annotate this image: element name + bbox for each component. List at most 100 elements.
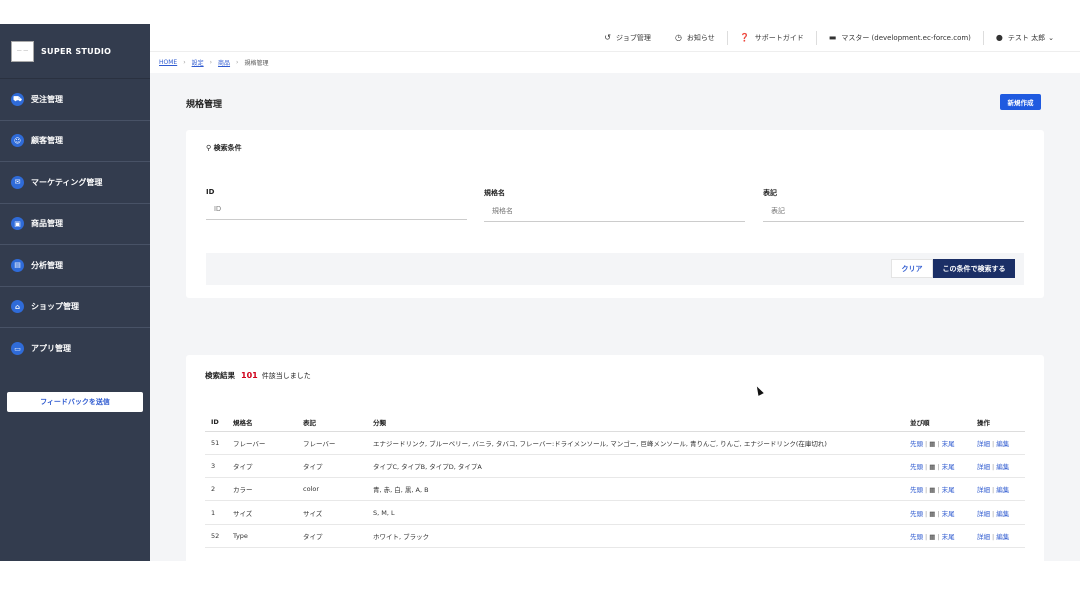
cell-id: 51 (205, 431, 227, 455)
column-categories: 分類 (367, 413, 904, 432)
column-actions: 操作 (971, 413, 1025, 432)
sort-last-link[interactable]: 末尾 (942, 533, 955, 541)
sidebar-item-label: ショップ管理 (31, 302, 79, 312)
column-id: ID (205, 413, 227, 432)
box-icon: ▣ (11, 217, 24, 231)
sort-last-link[interactable]: 末尾 (942, 510, 955, 518)
sort-first-link[interactable]: 先頭 (910, 510, 923, 518)
divider: | (925, 462, 928, 471)
cell-name: Type (227, 524, 297, 548)
search-submit-button[interactable]: この条件で検索する (933, 259, 1015, 278)
support-label: サポートガイド (754, 33, 804, 42)
topbar: ↺ ジョブ管理 ◷ お知らせ ❓ サポートガイド ▬ マスター (development… (150, 24, 1080, 51)
drag-handle-icon[interactable]: ▦ (929, 486, 935, 494)
divider: | (992, 532, 995, 541)
sort-first-link[interactable]: 先頭 (910, 440, 923, 448)
clock-icon: ◷ (674, 33, 682, 42)
breadcrumb-settings[interactable]: 設定 (192, 58, 204, 67)
clear-button[interactable]: クリア (891, 259, 933, 278)
sort-last-link[interactable]: 末尾 (942, 440, 955, 448)
sort-first-link[interactable]: 先頭 (910, 533, 923, 541)
cell-display: タイプ (297, 454, 367, 479)
id-input[interactable] (206, 200, 467, 220)
job-label: ジョブ管理 (615, 33, 651, 42)
drag-handle-icon[interactable]: ▦ (929, 440, 935, 448)
sidebar-item-label: マーケティング管理 (31, 177, 103, 187)
sidebar-item[interactable]: ✉ マーケティング管理 (0, 162, 150, 204)
cell-actions: 詳細 | 編集 (971, 500, 1025, 525)
notice-menu[interactable]: ◷ お知らせ (663, 33, 727, 43)
sidebar-nav: ⛟ 受注管理 ☺ 顧客管理 ✉ マーケティング管理 ▣ 商品管理 ▤ 分析管理 ⌂ ショップ管理 ▭ アプ… (0, 79, 150, 370)
support-menu[interactable]: ❓ サポートガイド (728, 33, 816, 43)
sort-last-link[interactable]: 末尾 (942, 463, 955, 471)
display-field: 表記 (763, 188, 1024, 222)
search-icon: ⚲ (206, 144, 212, 152)
app-icon: ▭ (11, 342, 24, 356)
drag-handle-icon[interactable]: ▦ (929, 463, 935, 471)
edit-link[interactable]: 編集 (996, 440, 1009, 448)
detail-link[interactable]: 詳細 (977, 486, 990, 494)
user-menu[interactable]: ● テスト 太郎 ⌄ (984, 33, 1066, 43)
divider: | (937, 509, 940, 518)
cell-categories: S, M, L (367, 500, 904, 525)
cell-categories: エナジードリンク, ブルーベリー, バニラ, タバコ, フレーバー:ドライメンソ… (367, 431, 904, 455)
sidebar-item[interactable]: ▭ アプリ管理 (0, 328, 150, 370)
logo-icon: — — (11, 40, 34, 62)
cart-icon: ⛟ (11, 92, 24, 106)
sidebar-item[interactable]: ☺ 顧客管理 (0, 121, 150, 162)
display-input[interactable] (763, 202, 1024, 222)
cell-sort: 先頭 | ▦ | 末尾 (904, 431, 971, 455)
detail-link[interactable]: 詳細 (977, 440, 990, 448)
brand[interactable]: — — SUPER STUDIO (0, 24, 150, 79)
search-heading-label: 検索条件 (213, 144, 242, 152)
sort-first-link[interactable]: 先頭 (910, 463, 923, 471)
sidebar-item-label: 分析管理 (31, 260, 63, 270)
sidebar-item-label: アプリ管理 (31, 344, 71, 354)
sort-first-link[interactable]: 先頭 (910, 486, 923, 494)
divider: | (925, 509, 928, 518)
cell-display: フレーバー (297, 431, 367, 455)
results-panel: 検索結果 101 件該当しました ID 規格名 表記 分類 並び順 操作 51 フレー… (186, 355, 1044, 561)
help-icon: ❓ (739, 33, 750, 42)
divider: | (937, 532, 940, 541)
sidebar-item[interactable]: ⛟ 受注管理 (0, 79, 150, 121)
cell-id: 1 (205, 500, 227, 525)
breadcrumb-home[interactable]: HOME (159, 59, 177, 66)
divider: | (925, 439, 928, 448)
sidebar: — — SUPER STUDIO ⛟ 受注管理 ☺ 顧客管理 ✉ マーケティング管理 ▣ 商品… (0, 24, 150, 561)
cell-id: 3 (205, 454, 227, 479)
sidebar-item[interactable]: ⌂ ショップ管理 (0, 287, 150, 328)
search-panel: ⚲ 検索条件 ID 規格名 表記 クリア この条件で検索する (186, 130, 1044, 298)
breadcrumb-product[interactable]: 商品 (218, 58, 230, 67)
sidebar-item[interactable]: ▤ 分析管理 (0, 245, 150, 287)
drag-handle-icon[interactable]: ▦ (929, 533, 935, 541)
new-button[interactable]: 新規作成 (1000, 94, 1041, 110)
drag-handle-icon[interactable]: ▦ (929, 510, 935, 518)
sidebar-item[interactable]: ▣ 商品管理 (0, 204, 150, 245)
edit-link[interactable]: 編集 (996, 510, 1009, 518)
edit-link[interactable]: 編集 (996, 533, 1009, 541)
detail-link[interactable]: 詳細 (977, 463, 990, 471)
cell-sort: 先頭 | ▦ | 末尾 (904, 454, 971, 479)
divider: | (925, 532, 928, 541)
table-header-row: ID 規格名 表記 分類 並び順 操作 (205, 413, 1025, 432)
divider: | (992, 509, 995, 518)
feedback-button[interactable]: フィードバックを送信 (7, 392, 143, 412)
detail-link[interactable]: 詳細 (977, 533, 990, 541)
id-field-label: ID (206, 188, 215, 196)
job-menu[interactable]: ↺ ジョブ管理 (592, 33, 663, 43)
sidebar-item-label: 受注管理 (31, 94, 63, 104)
sidebar-item-label: 顧客管理 (31, 136, 63, 146)
master-menu[interactable]: ▬ マスター (development.ec-force.com) (817, 33, 983, 43)
sort-last-link[interactable]: 末尾 (942, 486, 955, 494)
detail-link[interactable]: 詳細 (977, 510, 990, 518)
cell-id: 2 (205, 477, 227, 502)
sidebar-item-label: 商品管理 (31, 219, 63, 229)
cell-categories: 青, 赤, 白, 黒, A, B (367, 477, 904, 502)
cell-actions: 詳細 | 編集 (971, 454, 1025, 479)
edit-link[interactable]: 編集 (996, 463, 1009, 471)
edit-link[interactable]: 編集 (996, 486, 1009, 494)
breadcrumb-separator: › (236, 59, 239, 66)
shop-icon: ⌂ (11, 300, 24, 314)
name-input[interactable] (484, 202, 745, 222)
